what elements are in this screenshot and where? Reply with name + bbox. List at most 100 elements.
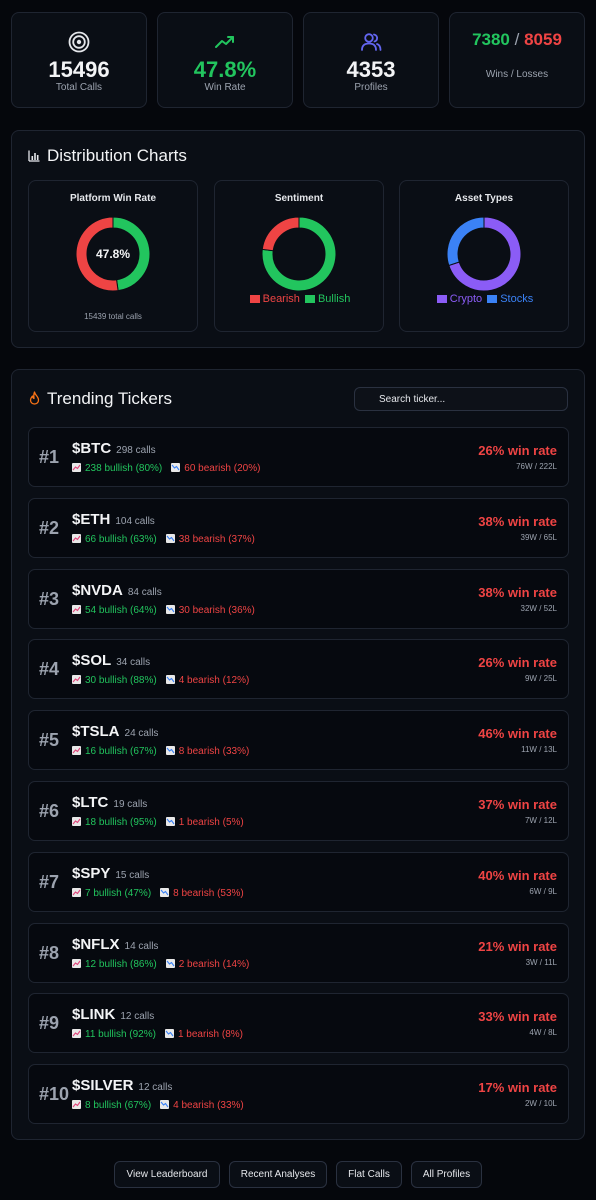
ticker-calls: 298 calls	[116, 445, 156, 456]
chart-increasing-icon	[72, 1100, 81, 1110]
ticker-calls: 104 calls	[115, 515, 155, 527]
ticker-calls: 84 calls	[127, 586, 162, 598]
chart-decreasing-icon	[160, 1100, 170, 1110]
ticker-row[interactable]: #9 $LINK 12 calls 11 bullish (92%) 1 bearish…	[28, 993, 569, 1054]
ticker-win-rate: 40% win rate	[478, 867, 557, 883]
bullish-stat: 12 bullish (86%)	[72, 958, 157, 970]
wins-value: 7380	[472, 30, 510, 49]
all-profiles-button[interactable]: All Profiles	[411, 1161, 482, 1188]
ticker-symbol[interactable]: $NVDA	[72, 582, 123, 599]
ticker-row[interactable]: #10 $SILVER 12 calls 8 bullish (67%) 4 beari…	[28, 1064, 569, 1125]
users-icon	[304, 31, 438, 55]
chart-increasing-icon	[72, 817, 81, 826]
ticker-symbol[interactable]: $SPY	[72, 865, 110, 882]
stat-card-profiles: 4353 Profiles	[303, 12, 439, 108]
trending-up-icon	[158, 31, 292, 55]
ticker-row[interactable]: #3 $NVDA 84 calls 54 bullish (64%) 30 bearis…	[28, 568, 569, 629]
ticker-rank: #10	[39, 1084, 70, 1105]
ticker-calls: 19 calls	[113, 799, 148, 810]
ticker-wins-losses: 32W / 52L	[520, 603, 557, 613]
bullish-stat: 16 bullish (67%)	[72, 746, 157, 757]
legend-label-crypto: Crypto	[449, 293, 483, 305]
ticker-symbol-line: $SOL 34 calls	[72, 652, 150, 669]
ticker-sentiment: 12 bullish (86%) 2 bearish (14%)	[72, 958, 249, 970]
ticker-symbol[interactable]: $SOL	[72, 652, 111, 669]
ticker-win-rate: 26% win rate	[478, 443, 557, 458]
win-rate-value: 47.8%	[193, 57, 257, 82]
view-leaderboard-button[interactable]: View Leaderboard	[114, 1161, 220, 1188]
ticker-sentiment: 7 bullish (47%) 8 bearish (53%)	[72, 887, 244, 899]
legend-swatch-bearish	[249, 295, 260, 304]
ticker-rank: #9	[39, 1013, 60, 1034]
ticker-symbol[interactable]: $ETH	[72, 511, 110, 528]
chart-increasing-icon	[72, 958, 81, 968]
ticker-symbol-line: $BTC 298 calls	[72, 440, 156, 457]
bearish-stat: 38 bearish (37%)	[165, 533, 255, 545]
ticker-sentiment: 66 bullish (63%) 38 bearish (37%)	[72, 533, 255, 545]
wins-losses-values: 7380 / 8059	[450, 30, 584, 50]
ticker-row[interactable]: #4 $SOL 34 calls 30 bullish (88%) 4 bearish …	[28, 639, 569, 700]
total-calls-label: Total Calls	[55, 82, 103, 93]
ticker-row[interactable]: #7 $SPY 15 calls 7 bullish (47%) 8 bearish (…	[28, 851, 569, 912]
chart-increasing-icon	[72, 675, 81, 685]
asset-types-donut	[446, 216, 522, 292]
chart-decreasing-icon	[165, 746, 175, 756]
bearish-stat: 2 bearish (14%)	[165, 958, 249, 970]
profiles-label: Profiles	[354, 82, 388, 93]
profiles-value: 4353	[346, 57, 396, 82]
chart-title: Platform Win Rate	[69, 193, 157, 204]
bearish-stat: 4 bearish (33%)	[160, 1100, 244, 1111]
ticker-symbol[interactable]: $SILVER	[72, 1077, 133, 1094]
bullish-count: 16 bullish (67%)	[85, 746, 157, 758]
bullish-stat: 54 bullish (64%)	[72, 604, 157, 616]
ticker-wins-losses: 3W / 11L	[525, 957, 557, 967]
ticker-symbol-line: $LTC 19 calls	[72, 794, 147, 811]
ticker-rank: #7	[39, 871, 60, 892]
ticker-row[interactable]: #5 $TSLA 24 calls 16 bullish (67%) 8 bearish…	[28, 710, 569, 771]
bearish-count: 60 bearish (20%)	[184, 463, 261, 474]
bullish-count: 54 bullish (64%)	[85, 604, 157, 616]
bullish-count: 66 bullish (63%)	[85, 533, 157, 545]
target-icon	[12, 31, 146, 55]
bar-chart-icon	[28, 149, 40, 167]
ticker-calls: 15 calls	[115, 869, 150, 881]
bullish-count: 12 bullish (86%)	[85, 958, 157, 970]
ticker-row[interactable]: #1 $BTC 298 calls 238 bullish (80%) 60 beari…	[28, 427, 569, 487]
bearish-count: 30 bearish (36%)	[178, 604, 255, 616]
chart-decreasing-icon	[164, 1029, 174, 1039]
total-calls-value: 15496	[48, 57, 110, 82]
recent-analyses-button[interactable]: Recent Analyses	[229, 1161, 327, 1188]
ticker-win-rate: 26% win rate	[478, 655, 557, 671]
ticker-rank: #6	[39, 801, 60, 821]
ticker-symbol[interactable]: $LINK	[72, 1006, 115, 1023]
ticker-symbol-line: $NFLX 14 calls	[72, 936, 158, 953]
ticker-row[interactable]: #8 $NFLX 14 calls 12 bullish (86%) 2 bearish…	[28, 922, 569, 983]
flat-calls-button[interactable]: Flat Calls	[336, 1161, 402, 1188]
ticker-symbol[interactable]: $NFLX	[72, 936, 120, 953]
chart-decreasing-icon	[165, 817, 175, 826]
chart-title: Asset Types	[454, 193, 514, 204]
chart-decreasing-icon	[171, 463, 181, 472]
ticker-sentiment: 54 bullish (64%) 30 bearish (36%)	[72, 604, 255, 616]
bullish-count: 238 bullish (80%)	[85, 463, 163, 474]
ticker-row[interactable]: #6 $LTC 19 calls 18 bullish (95%) 1 bearish …	[28, 781, 569, 841]
ticker-wins-losses: 7W / 12L	[524, 816, 557, 825]
ticker-calls: 12 calls	[138, 1082, 173, 1094]
bearish-count: 8 bearish (33%)	[178, 746, 250, 758]
ticker-symbol[interactable]: $TSLA	[72, 723, 120, 740]
sentiment-donut	[261, 216, 337, 292]
ticker-win-rate: 38% win rate	[478, 513, 557, 529]
distribution-title: Distribution Charts	[47, 146, 187, 165]
ticker-row[interactable]: #2 $ETH 104 calls 66 bullish (63%) 38 bearis…	[28, 497, 569, 558]
chart-decreasing-icon	[160, 887, 170, 897]
ticker-search-input[interactable]	[354, 387, 568, 411]
legend-label-bearish: Bearish	[262, 293, 300, 305]
bullish-count: 18 bullish (95%)	[85, 817, 157, 828]
chart-decreasing-icon	[165, 533, 175, 543]
ticker-rank: #8	[39, 942, 60, 963]
donut-slice-stocks	[446, 216, 485, 267]
ticker-symbol[interactable]: $LTC	[72, 794, 108, 811]
ticker-symbol[interactable]: $BTC	[72, 440, 111, 457]
chart-card-asset-types: Asset Types Crypto Stocks	[399, 180, 569, 332]
ticker-rank: #2	[39, 517, 60, 538]
